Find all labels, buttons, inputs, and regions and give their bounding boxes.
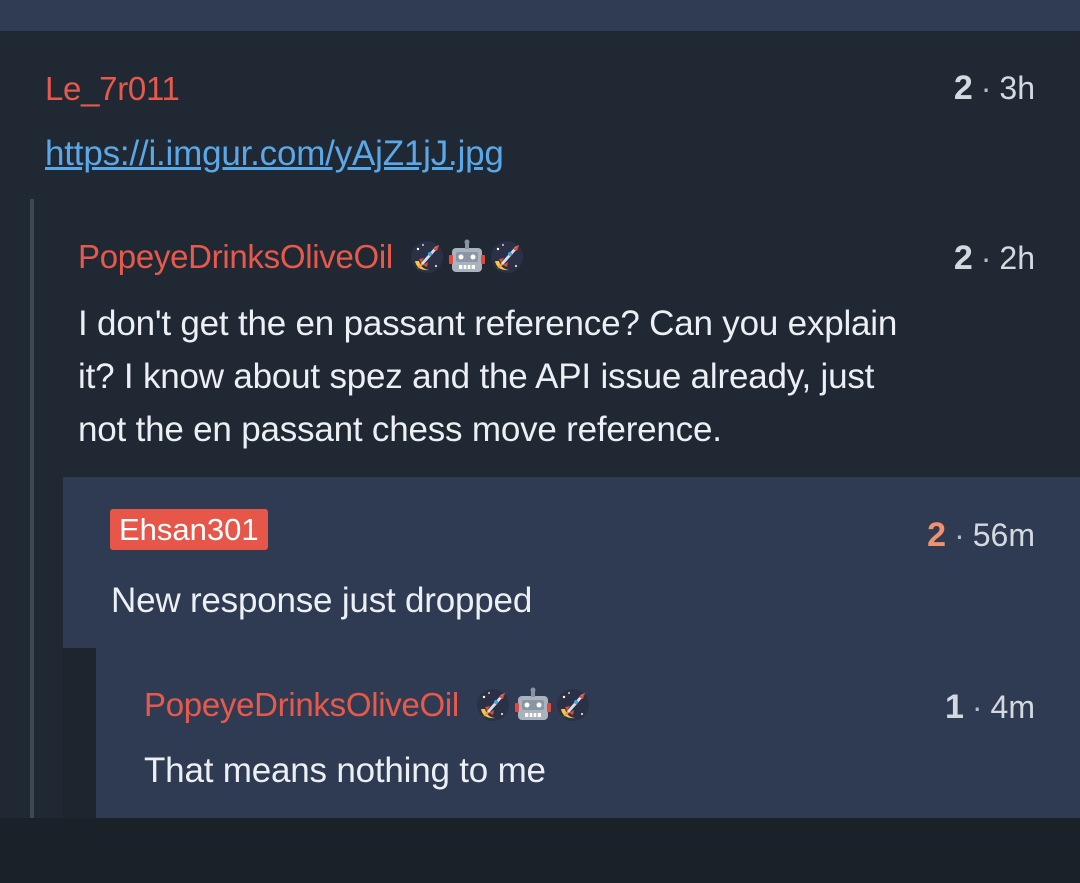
thread-indent-line[interactable] (30, 199, 34, 818)
rocket-moon-icon (476, 689, 509, 721)
comment-age: 4m (990, 689, 1035, 725)
meta-separator: · (980, 70, 992, 106)
comment-author[interactable]: PopeyeDrinksOliveOil (78, 238, 393, 276)
user-flair (475, 687, 591, 723)
comment-text-line: it? I know about spez and the API issue … (78, 357, 875, 396)
robot-icon (514, 687, 551, 721)
meta-separator: · (971, 689, 983, 725)
bottom-bar (0, 818, 1080, 883)
comment-score: 2 (927, 516, 947, 554)
top-bar (0, 0, 1080, 31)
user-flair (409, 239, 525, 275)
comment-text-line: not the en passant chess move reference. (78, 410, 722, 449)
thread-indent-line[interactable] (63, 648, 96, 818)
comment-link[interactable]: https://i.imgur.com/yAjZ1jJ.jpg (45, 134, 504, 173)
comment-body: I don't get the en passant reference? Ca… (78, 297, 1058, 456)
op-author-badge[interactable]: Ehsan301 (110, 509, 268, 550)
comment-age: 56m (972, 517, 1035, 553)
comment-score: 2 (953, 69, 973, 107)
comment-meta: 2 · 3h (954, 69, 1035, 108)
comment-meta: 2 · 2h (954, 239, 1035, 278)
comment-age: 3h (999, 70, 1035, 106)
rocket-moon-icon (410, 241, 443, 273)
meta-separator: · (980, 240, 992, 276)
comment-meta: 2 · 56m (927, 516, 1035, 555)
comment-score: 1 (944, 688, 964, 726)
comment-author[interactable]: PopeyeDrinksOliveOil (144, 686, 459, 724)
comment-meta: 1 · 4m (945, 688, 1035, 727)
meta-separator: · (954, 517, 965, 553)
robot-icon (448, 239, 485, 273)
comment-author[interactable]: Le_7r011 (45, 70, 180, 107)
comment-text: That means nothing to me (144, 751, 546, 790)
comment-text: New response just dropped (111, 581, 533, 620)
comment-body: That means nothing to me (144, 744, 546, 797)
comment-body: New response just dropped (111, 574, 532, 627)
comment-text-line: I don't get the en passant reference? Ca… (78, 304, 898, 343)
rocket-moon-icon (490, 241, 523, 273)
comment-score: 2 (953, 239, 973, 277)
comment-age: 2h (999, 240, 1035, 276)
rocket-moon-icon (556, 689, 589, 721)
